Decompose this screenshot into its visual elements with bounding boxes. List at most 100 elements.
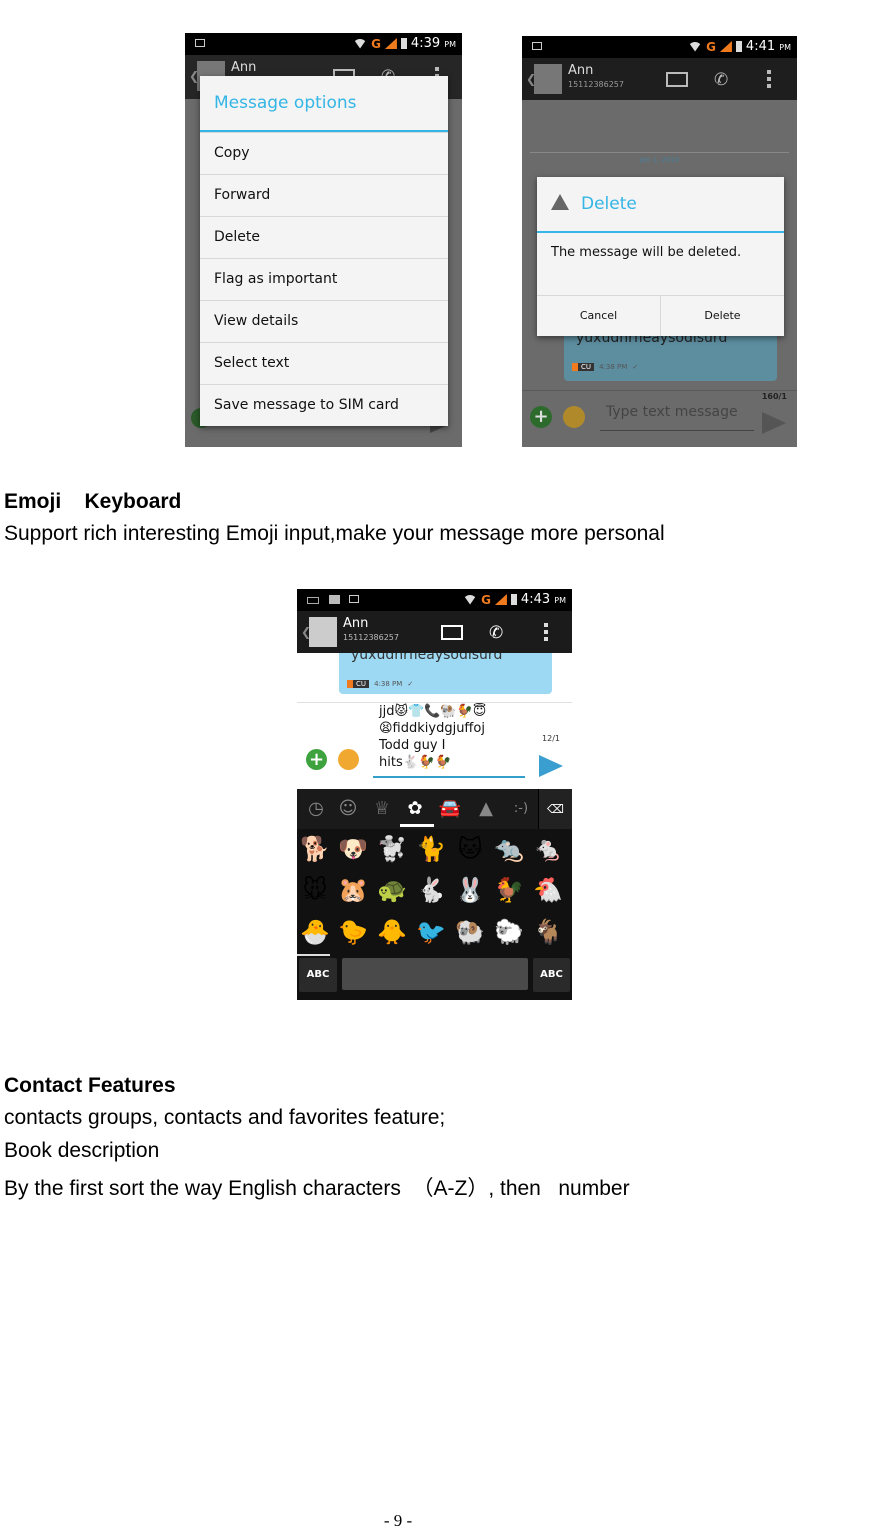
attach-icon[interactable]: +	[306, 749, 327, 770]
emoji-key[interactable]: 🐦	[413, 914, 449, 950]
contact-number: 15112386257	[343, 633, 399, 642]
contact-name: Ann	[231, 60, 257, 75]
emoji-key[interactable]: 🐐	[530, 914, 566, 950]
compose-input[interactable]: jjd😾👕📞🐏🐓😇 😫fiddkiydgjuffoj Todd guy I hi…	[373, 703, 525, 778]
send-icon[interactable]	[762, 412, 786, 434]
compose-line: 😫fiddkiydgjuffoj	[379, 721, 485, 736]
emoji-key[interactable]: 🐈	[413, 831, 449, 867]
contact-features-heading: Contact Features	[4, 1074, 176, 1097]
cancel-button[interactable]: Cancel	[537, 296, 660, 336]
signal-icon	[384, 38, 397, 49]
signal-icon	[719, 41, 732, 52]
emoji-keyboard: ◷ ☺ ♕ ✿ 🚘 ▲ :-) ⌫ 🐕 🐶 🐩 🐈 🐱 🐀 🐁 🐭 🐹 🐢 🐇 …	[297, 789, 572, 1000]
emoji-key[interactable]: 🐁	[530, 831, 566, 867]
compose-line: Todd guy I	[379, 738, 446, 753]
emoji-key[interactable]: 🐏	[452, 914, 488, 950]
avatar[interactable]	[309, 617, 337, 647]
emoji-key[interactable]: 🐔	[530, 872, 566, 908]
network-type: G	[371, 36, 381, 51]
phone-icon[interactable]: ✆	[714, 70, 728, 90]
menu-item-delete[interactable]: Delete	[200, 216, 448, 258]
message-options-dialog: Message options Copy Forward Delete Flag…	[200, 76, 448, 426]
menu-item-select-text[interactable]: Select text	[200, 342, 448, 384]
check-icon: ✓	[407, 680, 414, 688]
battery-icon	[735, 41, 742, 52]
car-icon[interactable]: 🚘	[436, 795, 464, 823]
smiley-icon[interactable]: ☺	[334, 795, 362, 823]
status-bar: G 4:39 PM	[185, 33, 462, 55]
status-bar: G 4:43 PM	[297, 589, 572, 611]
phone-icon[interactable]: ✆	[489, 623, 503, 643]
status-bar: G 4:41 PM	[522, 36, 797, 58]
emoji-key[interactable]: 🐭	[297, 872, 333, 908]
status-time: 4:41 PM	[745, 39, 791, 54]
emoji-key[interactable]: 🐣	[297, 914, 333, 950]
abc-left-button[interactable]: ABC	[299, 958, 337, 992]
crown-icon[interactable]: ♕	[368, 795, 396, 823]
overflow-menu-icon[interactable]	[544, 623, 548, 641]
emoji-key[interactable]: 🐕	[297, 831, 333, 867]
emoji-key[interactable]: 🐢	[374, 872, 410, 908]
flower-icon[interactable]: ✿	[401, 795, 429, 823]
menu-item-view-details[interactable]: View details	[200, 300, 448, 342]
emoji-key[interactable]: 🐤	[335, 914, 371, 950]
send-icon[interactable]	[539, 755, 563, 777]
emoticon-icon[interactable]: :-)	[507, 795, 535, 823]
battery-icon	[510, 594, 517, 605]
menu-item-flag-important[interactable]: Flag as important	[200, 258, 448, 300]
emoji-keyboard-heading: Emoji Keyboard	[4, 490, 182, 513]
overflow-menu-icon[interactable]	[767, 70, 771, 88]
menu-item-forward[interactable]: Forward	[200, 174, 448, 216]
avatar[interactable]	[534, 64, 562, 94]
emoji-key[interactable]: 🐀	[491, 831, 527, 867]
delete-button[interactable]: Delete	[660, 296, 784, 336]
abc-right-button[interactable]: ABC	[533, 958, 570, 992]
char-counter: 160/1	[761, 392, 787, 401]
page-indicator	[297, 954, 330, 956]
status-time: 4:39 PM	[410, 36, 456, 51]
signal-icon	[494, 594, 507, 605]
emoji-keyboard-description: Support rich interesting Emoji input,mak…	[4, 522, 665, 545]
emoji-key[interactable]: 🐑	[491, 914, 527, 950]
network-type: G	[706, 39, 716, 54]
recent-icon[interactable]: ◷	[302, 795, 330, 823]
action-bar: ❮ Ann 15112386257 ✆	[297, 611, 572, 653]
emoji-key[interactable]: 🐓	[491, 872, 527, 908]
emoji-grid: 🐕 🐶 🐩 🐈 🐱 🐀 🐁 🐭 🐹 🐢 🐇 🐰 🐓 🐔 🐣 🐤 🐥 🐦 🐏 🐑 …	[297, 829, 572, 957]
notification-icon	[349, 595, 359, 603]
emoji-key[interactable]: 🐹	[335, 872, 371, 908]
carrier-tag: CU	[572, 363, 595, 371]
emoji-key[interactable]: 🐥	[374, 914, 410, 950]
emoji-button[interactable]	[338, 749, 359, 770]
contact-name: Ann	[568, 63, 594, 78]
notification-icon	[195, 39, 205, 47]
menu-item-copy[interactable]: Copy	[200, 132, 448, 174]
spacebar[interactable]	[342, 958, 528, 990]
notification-icon	[532, 42, 542, 50]
date-divider: Jan 1, 2010	[530, 152, 789, 172]
message-input[interactable]: Type text message	[600, 404, 754, 431]
contact-card-icon[interactable]	[441, 625, 463, 640]
backspace-key[interactable]: ⌫	[538, 789, 572, 829]
check-icon: ✓	[632, 363, 639, 371]
attach-icon[interactable]: +	[530, 406, 552, 428]
compose-line: jjd😾👕📞🐏🐓😇	[379, 704, 487, 719]
warning-icon	[551, 194, 569, 210]
contact-features-line: contacts groups, contacts and favorites …	[4, 1106, 446, 1129]
emoji-button[interactable]	[563, 406, 585, 428]
dialog-title: Message options	[200, 76, 448, 132]
active-tab-indicator	[400, 824, 434, 827]
status-time: 4:43 PM	[520, 592, 566, 607]
triangle-icon[interactable]: ▲	[472, 795, 500, 823]
emoji-key[interactable]: 🐱	[452, 831, 488, 867]
emoji-key[interactable]: 🐇	[413, 872, 449, 908]
message-time: 4:38 PM	[599, 363, 628, 371]
contact-card-icon[interactable]	[666, 72, 688, 87]
contact-features-line: By the first sort the way English charac…	[4, 1177, 630, 1200]
screenshot-message-options: G 4:39 PM ❮ Ann ✆ Message options Copy F…	[185, 33, 462, 447]
emoji-key[interactable]: 🐩	[374, 831, 410, 867]
message-meta: CU 4:38 PM ✓	[572, 354, 638, 373]
emoji-key[interactable]: 🐰	[452, 872, 488, 908]
menu-item-save-to-sim[interactable]: Save message to SIM card	[200, 384, 448, 426]
emoji-key[interactable]: 🐶	[335, 831, 371, 867]
